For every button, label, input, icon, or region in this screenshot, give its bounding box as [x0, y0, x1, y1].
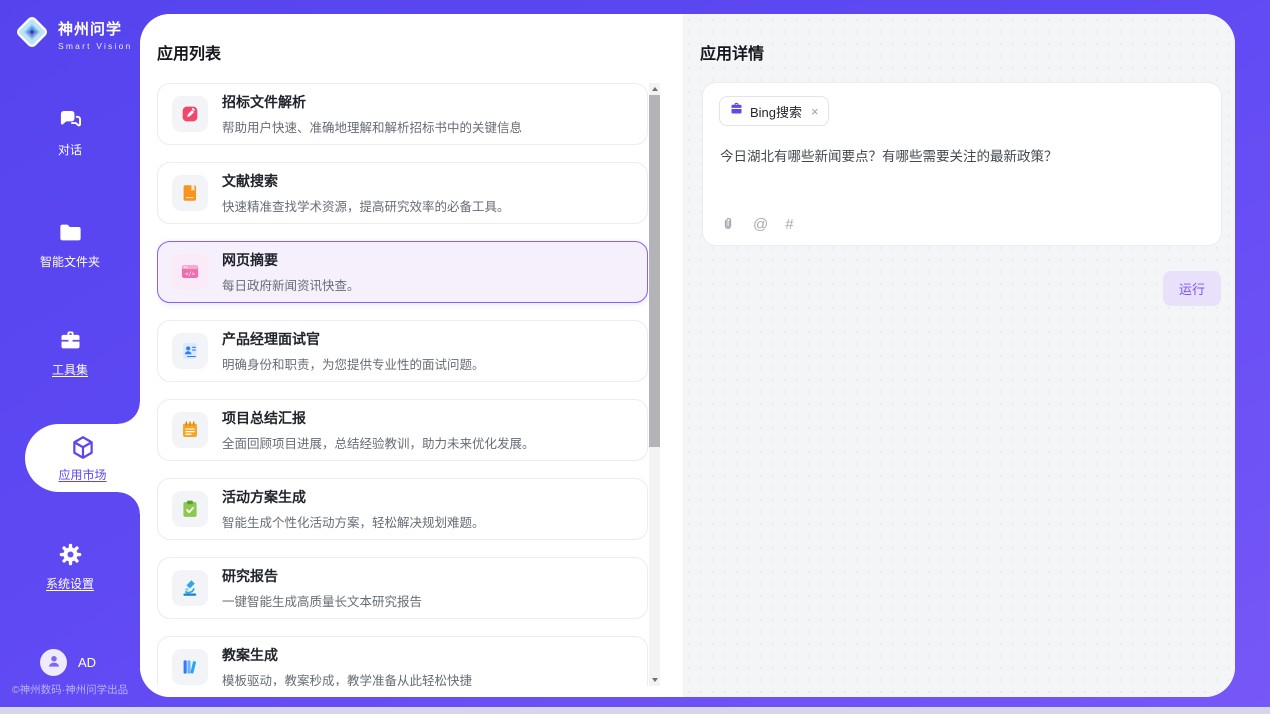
app-card-project-summary[interactable]: 项目总结汇报全面回顾项目进展，总结经验教训，助力未来优化发展。: [157, 399, 648, 461]
app-card-web-summary[interactable]: </> 网页摘要每日政府新闻资讯快查。: [157, 241, 648, 303]
diamond-gem-icon: [13, 13, 51, 56]
sidebar-item-label: 应用市场: [58, 466, 106, 483]
app-list-panel: 应用列表 招标文件解析帮助用户快速、准确地理解和解析招标书中的关键信息文献搜索快…: [140, 14, 683, 697]
at-icon[interactable]: @: [753, 217, 768, 232]
app-card-research-report[interactable]: 研究报告一键智能生成高质量长文本研究报告: [157, 557, 648, 619]
app-description: 每日政府新闻资讯快查。: [222, 275, 360, 294]
books-icon: [172, 649, 208, 685]
app-window: 神州问学 Smart Vision 对话智能文件夹工具集应用市场系统设置 AD …: [0, 0, 1270, 714]
run-button[interactable]: 运行: [1163, 271, 1221, 306]
app-name: 项目总结汇报: [222, 408, 535, 428]
interviewer-icon: [172, 333, 208, 369]
bottom-strip: [0, 707, 1270, 714]
app-description: 帮助用户快速、准确地理解和解析招标书中的关键信息: [222, 117, 522, 136]
scroll-up-icon[interactable]: [649, 83, 660, 95]
sidebar-item-label: 对话: [58, 141, 82, 158]
user-initials: AD: [78, 655, 96, 670]
gear-icon: [56, 540, 84, 568]
app-name: 产品经理面试官: [222, 329, 485, 349]
user-icon: [46, 653, 62, 672]
microscope-icon: [172, 570, 208, 606]
copyright-text: ©神州数码·神州问学出品: [4, 682, 136, 697]
sidebar-item-app-market[interactable]: 应用市场: [25, 424, 140, 492]
chat-icon: [56, 106, 84, 134]
toolbox-icon: [56, 326, 84, 354]
notepad-icon: [172, 412, 208, 448]
app-card-text: 文献搜索快速精准查找学术资源，提高研究效率的必备工具。: [222, 171, 510, 215]
attachment-toolbar: @#: [720, 216, 794, 232]
sidebar-item-label: 工具集: [52, 361, 88, 378]
app-description: 智能生成个性化活动方案，轻松解决规划难题。: [222, 512, 485, 531]
app-list-title: 应用列表: [157, 40, 221, 64]
sidebar-item-toolset[interactable]: 工具集: [0, 326, 140, 378]
briefcase-icon: [729, 101, 744, 121]
prompt-text: 今日湖北有哪些新闻要点？有哪些需要关注的最新政策？: [720, 145, 1205, 165]
brand-name: 神州问学: [58, 18, 132, 39]
app-card-tender-analysis[interactable]: 招标文件解析帮助用户快速、准确地理解和解析招标书中的关键信息: [157, 83, 648, 145]
scrollbar[interactable]: [649, 83, 660, 686]
app-detail-panel: 应用详情 Bing搜索 × 今日湖北有哪些新闻要点？有哪些需要关注的最新政策？ …: [683, 14, 1235, 697]
hash-icon[interactable]: #: [785, 217, 793, 232]
clipboard-check-icon: [172, 491, 208, 527]
app-card-pm-interviewer[interactable]: 产品经理面试官明确身份和职责，为您提供专业性的面试问题。: [157, 320, 648, 382]
tool-tag: Bing搜索 ×: [719, 96, 829, 126]
app-card-text: 产品经理面试官明确身份和职责，为您提供专业性的面试问题。: [222, 329, 485, 373]
main-content: 应用列表 招标文件解析帮助用户快速、准确地理解和解析招标书中的关键信息文献搜索快…: [140, 14, 1235, 697]
tool-tag-label: Bing搜索: [750, 102, 802, 121]
avatar: [40, 649, 67, 676]
cube-icon: [69, 433, 97, 461]
app-card-event-plan-generator[interactable]: 活动方案生成智能生成个性化活动方案，轻松解决规划难题。: [157, 478, 648, 540]
app-name: 活动方案生成: [222, 487, 485, 507]
app-name: 研究报告: [222, 566, 422, 586]
app-name: 招标文件解析: [222, 92, 522, 112]
app-description: 一键智能生成高质量长文本研究报告: [222, 591, 422, 610]
app-card-text: 教案生成模板驱动，教案秒成，教学准备从此轻松快捷: [222, 645, 472, 686]
sidebar: 神州问学 Smart Vision 对话智能文件夹工具集应用市场系统设置 AD …: [0, 0, 140, 714]
brand-logo: 神州问学 Smart Vision: [13, 13, 132, 56]
sidebar-item-chat[interactable]: 对话: [0, 106, 140, 158]
user-profile[interactable]: AD: [40, 649, 96, 676]
app-card-lesson-plan-generator[interactable]: 教案生成模板驱动，教案秒成，教学准备从此轻松快捷: [157, 636, 648, 686]
browser-code-icon: </>: [172, 254, 208, 290]
book-icon: [172, 175, 208, 211]
app-name: 网页摘要: [222, 250, 360, 270]
app-description: 模板驱动，教案秒成，教学准备从此轻松快捷: [222, 670, 472, 686]
app-description: 快速精准查找学术资源，提高研究效率的必备工具。: [222, 196, 510, 215]
sidebar-item-label: 智能文件夹: [40, 253, 100, 270]
folder-icon: [56, 218, 84, 246]
scrollbar-thumb[interactable]: [649, 95, 660, 447]
svg-text:</>: </>: [185, 271, 196, 277]
app-description: 全面回顾项目进展，总结经验教训，助力未来优化发展。: [222, 433, 535, 452]
app-card-text: 招标文件解析帮助用户快速、准确地理解和解析招标书中的关键信息: [222, 92, 522, 136]
app-name: 文献搜索: [222, 171, 510, 191]
app-list: 招标文件解析帮助用户快速、准确地理解和解析招标书中的关键信息文献搜索快速精准查找…: [157, 83, 648, 686]
brand-subtitle: Smart Vision: [58, 41, 132, 51]
app-card-text: 网页摘要每日政府新闻资讯快查。: [222, 250, 360, 294]
paperclip-icon[interactable]: [720, 216, 736, 232]
app-card-text: 项目总结汇报全面回顾项目进展，总结经验教训，助力未来优化发展。: [222, 408, 535, 452]
scroll-down-icon[interactable]: [649, 674, 660, 686]
app-card-text: 研究报告一键智能生成高质量长文本研究报告: [222, 566, 422, 610]
sidebar-item-label: 系统设置: [46, 575, 94, 592]
app-card-text: 活动方案生成智能生成个性化活动方案，轻松解决规划难题。: [222, 487, 485, 531]
sidebar-item-smart-folders[interactable]: 智能文件夹: [0, 218, 140, 270]
app-card-literature-search[interactable]: 文献搜索快速精准查找学术资源，提高研究效率的必备工具。: [157, 162, 648, 224]
app-detail-title: 应用详情: [700, 40, 764, 64]
close-icon[interactable]: ×: [811, 105, 819, 118]
sidebar-item-system-settings[interactable]: 系统设置: [0, 540, 140, 592]
app-name: 教案生成: [222, 645, 472, 665]
prompt-input[interactable]: Bing搜索 × 今日湖北有哪些新闻要点？有哪些需要关注的最新政策？ @#: [702, 82, 1222, 246]
app-description: 明确身份和职责，为您提供专业性的面试问题。: [222, 354, 485, 373]
pen-square-icon: [172, 96, 208, 132]
brand-text: 神州问学 Smart Vision: [58, 18, 132, 51]
